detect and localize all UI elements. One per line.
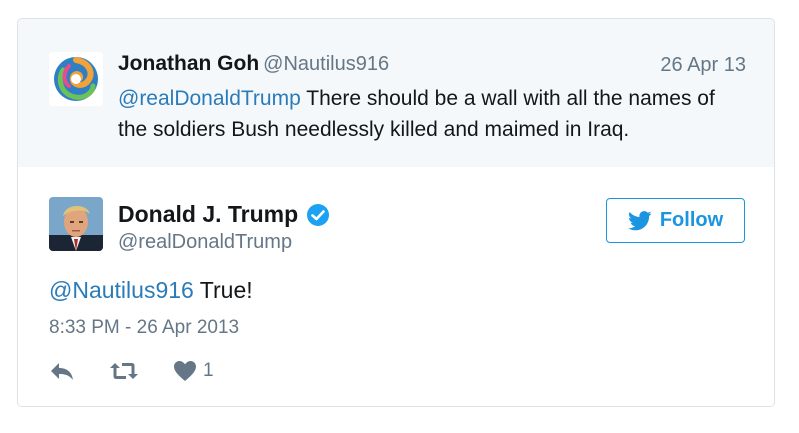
follow-button-label: Follow <box>659 209 724 231</box>
heart-icon <box>174 361 196 381</box>
parent-tweet[interactable]: Jonathan Goh @Nautilus916 26 Apr 13 @real… <box>18 19 774 167</box>
verified-badge-icon <box>306 203 330 227</box>
like-count: 1 <box>203 360 214 381</box>
tweet-timestamp[interactable]: 8:33 PM - 26 Apr 2013 <box>49 317 239 339</box>
reply-button[interactable] <box>49 360 75 382</box>
embedded-tweet-card: Jonathan Goh @Nautilus916 26 Apr 13 @real… <box>17 18 775 407</box>
tweet-body: True! <box>193 277 253 303</box>
author-name[interactable]: Donald J. Trump <box>118 201 298 228</box>
author-avatar[interactable] <box>49 197 103 251</box>
follow-button[interactable]: Follow <box>606 198 745 243</box>
author-handle[interactable]: @realDonaldTrump <box>118 231 292 254</box>
like-button[interactable]: 1 <box>173 360 214 382</box>
tweet-mention-link[interactable]: @Nautilus916 <box>49 277 194 303</box>
parent-author[interactable]: Jonathan Goh @Nautilus916 <box>118 52 389 76</box>
retweet-icon <box>110 363 138 379</box>
parent-author-name[interactable]: Jonathan Goh <box>118 52 259 75</box>
retweet-button[interactable] <box>109 360 139 382</box>
author-name-row[interactable]: Donald J. Trump <box>118 201 330 228</box>
tweet-text: @Nautilus916 True! <box>49 277 253 304</box>
reply-icon <box>51 363 73 380</box>
parent-avatar[interactable] <box>49 52 103 106</box>
parent-author-handle[interactable]: @Nautilus916 <box>263 53 389 75</box>
twitter-bird-icon <box>627 210 652 231</box>
tweet-actions: 1 <box>49 357 248 385</box>
parent-tweet-text: @realDonaldTrump There should be a wall … <box>118 83 738 145</box>
swirl-avatar-icon <box>49 52 103 106</box>
parent-mention-link[interactable]: @realDonaldTrump <box>118 87 301 110</box>
parent-tweet-date[interactable]: 26 Apr 13 <box>660 54 746 77</box>
portrait-avatar-icon <box>49 197 103 251</box>
